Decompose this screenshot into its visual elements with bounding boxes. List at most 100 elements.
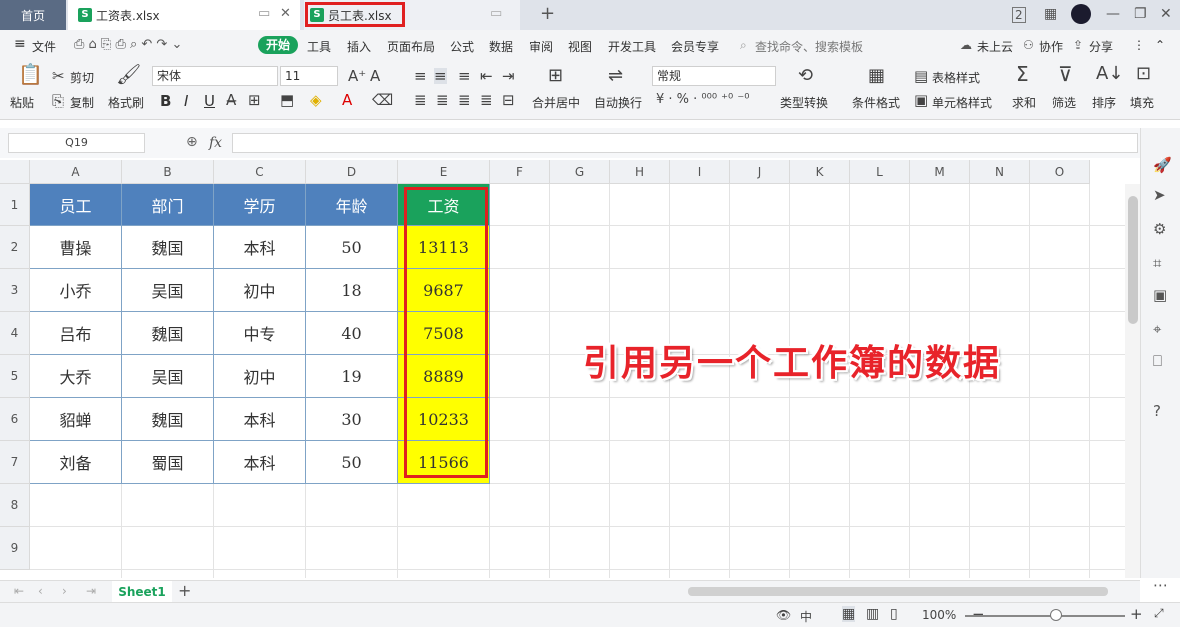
table-cell[interactable]: 小乔 — [30, 269, 122, 312]
align-left-icon[interactable]: ≣ — [414, 92, 427, 108]
last-sheet-icon[interactable]: ⇥ — [86, 584, 96, 598]
number-format-select[interactable]: 常规 — [652, 66, 776, 86]
bold-button[interactable]: B — [160, 92, 171, 110]
table-cell[interactable]: 本科 — [214, 226, 306, 269]
language-icon[interactable]: 中 — [800, 608, 812, 625]
fullscreen-icon[interactable]: ⤢ — [1154, 606, 1164, 621]
menu-view[interactable]: 视图 — [568, 38, 592, 55]
column-header[interactable]: M — [910, 160, 970, 184]
menu-file[interactable]: 文件 — [32, 38, 56, 55]
normal-view-icon[interactable]: ▦ — [842, 606, 856, 622]
formula-input[interactable] — [232, 133, 1138, 153]
column-header[interactable]: D — [306, 160, 398, 184]
select-all-corner[interactable] — [0, 160, 30, 184]
close-tab-icon[interactable]: ✕ — [280, 6, 291, 21]
cloud-status[interactable]: 未上云 — [977, 38, 1013, 55]
table-cell[interactable]: 19 — [306, 355, 398, 398]
menu-tools[interactable]: 工具 — [307, 38, 331, 55]
layout-icon[interactable]: 2 — [1012, 7, 1026, 23]
more-dots-icon[interactable]: ⋯ — [1153, 576, 1168, 594]
table-cell[interactable]: 50 — [306, 226, 398, 269]
align-top-icon[interactable]: ≡ — [414, 68, 427, 84]
strikethrough-icon[interactable]: A̶ — [226, 92, 236, 108]
table-cell[interactable]: 50 — [306, 441, 398, 484]
table-cell[interactable]: 大乔 — [30, 355, 122, 398]
cond-format-button[interactable]: 条件格式 — [852, 94, 900, 111]
column-header[interactable]: E — [398, 160, 490, 184]
column-header[interactable]: F — [490, 160, 550, 184]
sheet-tab-sheet1[interactable]: Sheet1 — [112, 581, 172, 603]
screen-icon[interactable]: ▭ — [258, 6, 270, 21]
underline-button[interactable]: U — [204, 92, 215, 110]
justify-icon[interactable]: ≣ — [480, 92, 493, 108]
page-view-icon[interactable]: ▥ — [866, 606, 879, 622]
command-search[interactable]: 查找命令、搜索模板 — [755, 38, 863, 55]
horizontal-scroll-thumb[interactable] — [688, 587, 1108, 596]
close-button[interactable]: ✕ — [1160, 6, 1172, 22]
row-header[interactable]: 4 — [0, 312, 30, 355]
table-cell[interactable]: 貂蝉 — [30, 398, 122, 441]
screen-icon[interactable]: ▭ — [490, 6, 502, 21]
hamburger-icon[interactable]: ≡ — [14, 36, 26, 52]
zoom-formula-icon[interactable]: ⊕ — [186, 134, 198, 150]
cursor-icon[interactable]: ➤ — [1153, 186, 1166, 204]
share-button[interactable]: 分享 — [1089, 38, 1113, 55]
wrap-text-button[interactable]: 自动换行 — [594, 94, 642, 111]
menu-home[interactable]: 开始 — [258, 36, 298, 54]
menu-developer[interactable]: 开发工具 — [608, 38, 656, 55]
column-header[interactable]: O — [1030, 160, 1090, 184]
row-header[interactable]: 5 — [0, 355, 30, 398]
restore-button[interactable]: ❐ — [1134, 6, 1147, 22]
help-icon[interactable]: ? — [1153, 402, 1161, 420]
table-cell[interactable]: 本科 — [214, 441, 306, 484]
distribute-icon[interactable]: ⊟ — [502, 92, 515, 108]
image-icon[interactable]: ▣ — [1153, 286, 1167, 304]
column-header[interactable]: B — [122, 160, 214, 184]
menu-review[interactable]: 审阅 — [529, 38, 553, 55]
eraser-icon[interactable]: ⌫ — [372, 92, 393, 108]
menu-member[interactable]: 会员专享 — [671, 38, 719, 55]
format-painter-button[interactable]: 格式刷 — [108, 94, 144, 111]
table-header-cell[interactable]: 部门 — [122, 184, 214, 226]
table-cell[interactable]: 30 — [306, 398, 398, 441]
rocket-icon[interactable]: 🚀 — [1153, 156, 1172, 174]
eye-icon[interactable]: 👁 — [776, 608, 791, 622]
copy-button[interactable]: 复制 — [70, 94, 94, 111]
grid-icon[interactable]: ▦ — [1044, 6, 1057, 22]
align-center-icon[interactable]: ≣ — [436, 92, 449, 108]
indent-increase-icon[interactable]: ⇥ — [502, 68, 515, 84]
tab-home[interactable]: 首页 — [0, 0, 66, 30]
table-cell[interactable]: 中专 — [214, 312, 306, 355]
column-header[interactable]: H — [610, 160, 670, 184]
name-box[interactable]: Q19 — [8, 133, 145, 153]
merge-center-button[interactable]: 合并居中 — [532, 94, 580, 111]
zoom-slider-handle[interactable] — [1050, 609, 1062, 621]
align-right-icon[interactable]: ≣ — [458, 92, 471, 108]
column-header[interactable]: C — [214, 160, 306, 184]
table-header-cell[interactable]: 年龄 — [306, 184, 398, 226]
zoom-level[interactable]: 100% — [922, 608, 956, 622]
number-format-icons[interactable]: ¥ · % · ⁰⁰⁰ ⁺⁰ ⁻⁰ — [656, 92, 749, 108]
zoom-in-button[interactable]: + — [1130, 605, 1143, 623]
table-cell[interactable]: 刘备 — [30, 441, 122, 484]
zoom-out-button[interactable]: − — [972, 605, 985, 623]
map-pin-icon[interactable]: ⌖ — [1153, 320, 1161, 338]
tab-salary-file[interactable]: S 工资表.xlsx ▭ ✕ — [68, 0, 300, 30]
vertical-scroll-thumb[interactable] — [1128, 196, 1138, 324]
cut-button[interactable]: 剪切 — [70, 69, 94, 86]
column-header[interactable]: J — [730, 160, 790, 184]
column-header[interactable]: L — [850, 160, 910, 184]
row-header[interactable]: 2 — [0, 226, 30, 269]
table-cell[interactable]: 吴国 — [122, 355, 214, 398]
font-color-icon[interactable]: A — [342, 92, 352, 108]
add-sheet-button[interactable]: + — [178, 581, 191, 600]
table-cell[interactable]: 曹操 — [30, 226, 122, 269]
more-icon[interactable]: ⋮ — [1133, 38, 1145, 52]
collapse-ribbon-icon[interactable]: ⌃ — [1155, 38, 1165, 52]
quick-access-icons[interactable]: ⎙ ⌂ ⎘ ⎙ ⌕ ↶ ↷ ⌄ — [74, 37, 182, 52]
collab-button[interactable]: 协作 — [1039, 38, 1063, 55]
align-middle-icon[interactable]: ≡ — [434, 68, 447, 84]
table-cell[interactable]: 蜀国 — [122, 441, 214, 484]
table-cell[interactable]: 本科 — [214, 398, 306, 441]
minimize-button[interactable]: — — [1106, 6, 1120, 22]
